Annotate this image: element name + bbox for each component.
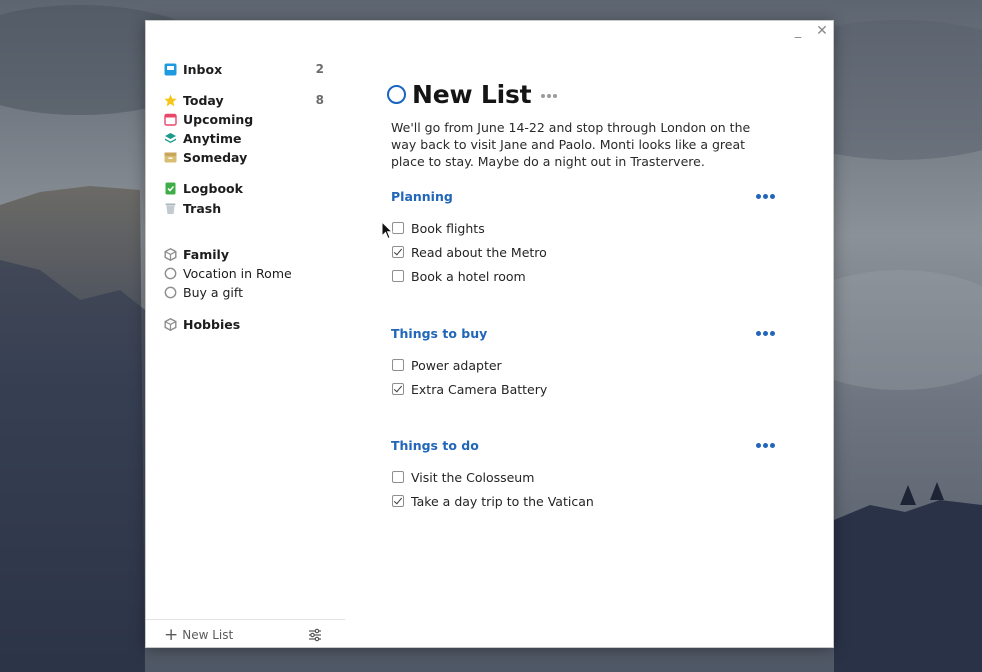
sidebar: Inbox 2 Today 8 Upcoming Anytime Someday… (146, 21, 345, 647)
heading-title[interactable]: Things to buy (391, 326, 487, 341)
todo-checkbox[interactable] (392, 270, 404, 282)
sidebar-item-label: Upcoming (183, 111, 254, 127)
project-circle-icon (164, 286, 177, 299)
star-icon (164, 94, 177, 107)
todo-checkbox[interactable] (392, 222, 404, 234)
todo-label: Read about the Metro (411, 244, 547, 260)
sidebar-item-label: Hobbies (183, 316, 241, 332)
list-title[interactable]: New List (412, 80, 532, 109)
sidebar-item-label: Vocation in Rome (183, 265, 292, 281)
todo-checkbox[interactable] (392, 471, 404, 483)
todo-item[interactable]: Book flights (392, 219, 485, 237)
todo-checkbox[interactable] (392, 359, 404, 371)
sidebar-item-inbox[interactable]: Inbox 2 (164, 59, 324, 79)
list-content: New List We'll go from June 14-22 and st… (345, 21, 833, 647)
todo-label: Book flights (411, 220, 485, 236)
sidebar-footer: + New List (146, 619, 345, 647)
app-window: _ ✕ Inbox 2 Today 8 Upcoming Anytime Som… (145, 20, 834, 648)
sliders-icon[interactable] (308, 627, 322, 642)
todo-label: Extra Camera Battery (411, 381, 548, 397)
sidebar-item-logbook[interactable]: Logbook (164, 178, 324, 198)
sidebar-item-label: Trash (183, 200, 222, 216)
project-progress-icon[interactable] (387, 84, 406, 104)
todo-label: Take a day trip to the Vatican (411, 493, 594, 509)
sidebar-item-label: Buy a gift (183, 284, 243, 300)
todo-checkbox[interactable] (392, 495, 404, 507)
heading-things-to-do: Things to do (391, 436, 775, 454)
sidebar-item-someday[interactable]: Someday (164, 147, 324, 167)
plus-icon: + (164, 625, 179, 645)
more-options-icon[interactable] (541, 90, 558, 98)
sidebar-item-trash[interactable]: Trash (164, 198, 324, 218)
sidebar-item-hobbies[interactable]: Hobbies (164, 314, 324, 334)
mouse-cursor-icon (381, 221, 393, 240)
todo-item[interactable]: Take a day trip to the Vatican (392, 492, 594, 510)
list-notes[interactable]: We'll go from June 14-22 and stop throug… (391, 119, 769, 170)
todo-label: Power adapter (411, 357, 502, 373)
todo-label: Visit the Colosseum (411, 469, 535, 485)
todo-item[interactable]: Book a hotel room (392, 267, 526, 285)
new-list-button[interactable]: + New List (164, 626, 233, 644)
todo-label: Book a hotel room (411, 268, 526, 284)
todo-item[interactable]: Visit the Colosseum (392, 468, 534, 486)
heading-title[interactable]: Planning (391, 189, 453, 204)
calendar-icon (164, 113, 177, 126)
heading-more-icon[interactable] (756, 330, 775, 336)
area-cube-icon (164, 247, 177, 261)
sidebar-item-label: Today (183, 92, 224, 108)
heading-more-icon[interactable] (756, 193, 775, 199)
sidebar-item-anytime[interactable]: Anytime (164, 128, 324, 148)
sidebar-item-label: Anytime (183, 130, 242, 146)
sidebar-item-family[interactable]: Family (164, 244, 324, 264)
sidebar-item-upcoming[interactable]: Upcoming (164, 109, 324, 129)
todo-item[interactable]: Extra Camera Battery (392, 380, 547, 398)
sidebar-item-vocation-in-rome[interactable]: Vocation in Rome (164, 263, 324, 283)
heading-title[interactable]: Things to do (391, 438, 479, 453)
inbox-icon (164, 63, 177, 76)
logbook-icon (164, 182, 177, 195)
heading-things-to-buy: Things to buy (391, 324, 775, 342)
todo-checkbox[interactable] (392, 383, 404, 395)
todo-item[interactable]: Power adapter (392, 356, 502, 374)
sidebar-item-count: 8 (315, 93, 324, 107)
list-header: New List (387, 77, 558, 111)
new-list-label: New List (182, 628, 234, 642)
sidebar-item-count: 2 (315, 62, 324, 76)
sidebar-item-buy-a-gift[interactable]: Buy a gift (164, 282, 324, 302)
archive-box-icon (164, 151, 177, 164)
sidebar-item-label: Someday (183, 149, 248, 165)
todo-item[interactable]: Read about the Metro (392, 243, 547, 261)
sidebar-item-today[interactable]: Today 8 (164, 90, 324, 110)
trash-icon (164, 202, 177, 215)
project-circle-icon (164, 267, 177, 280)
sidebar-item-label: Inbox (183, 61, 223, 77)
heading-more-icon[interactable] (756, 442, 775, 448)
heading-planning: Planning (391, 187, 775, 205)
sidebar-item-label: Family (183, 246, 229, 262)
area-cube-icon (164, 317, 177, 331)
todo-checkbox[interactable] (392, 246, 404, 258)
layers-icon (164, 132, 177, 145)
sidebar-item-label: Logbook (183, 180, 243, 196)
